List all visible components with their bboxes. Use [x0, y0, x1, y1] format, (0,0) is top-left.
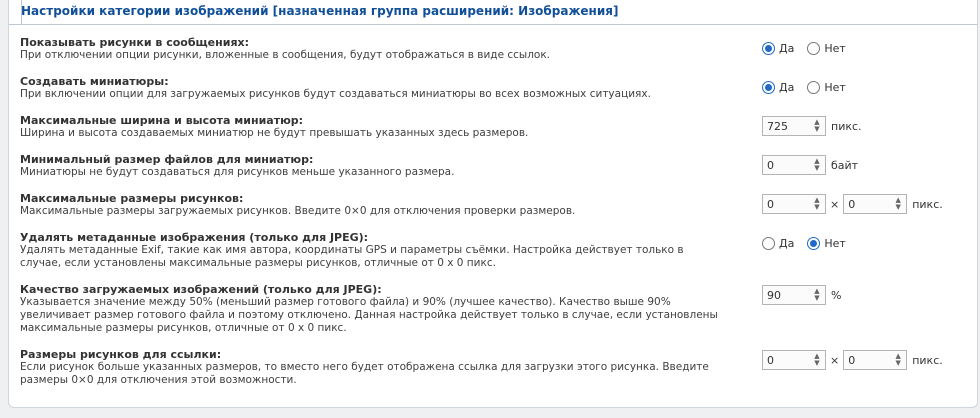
- spin-down-icon[interactable]: ▼: [814, 295, 819, 302]
- thumbnail-size-input[interactable]: 725 ▲ ▼: [762, 116, 826, 136]
- spin-down-icon[interactable]: ▼: [814, 165, 819, 172]
- setting-title: Размеры рисунков для ссылки:: [20, 348, 222, 361]
- setting-control: Да Нет: [762, 231, 854, 255]
- setting-title: Создавать миниатюры:: [20, 75, 169, 88]
- spinner-arrows[interactable]: ▲ ▼: [810, 157, 824, 173]
- input-value[interactable]: 725: [763, 120, 788, 133]
- radio-yes-label[interactable]: Да: [779, 237, 794, 250]
- setting-title: Показывать рисунки в сообщениях:: [20, 36, 250, 49]
- spin-down-icon[interactable]: ▼: [814, 204, 819, 211]
- setting-control: Да Нет: [762, 36, 854, 60]
- input-value[interactable]: 90: [763, 289, 781, 302]
- setting-description: Максимальные размеры загружаемых рисунко…: [20, 205, 576, 217]
- radio-no-button[interactable]: [807, 236, 821, 250]
- panel-legend: Настройки категории изображений [назначе…: [21, 4, 619, 18]
- setting-control: 0 ▲ ▼ байт: [762, 153, 858, 177]
- setting-control: 0 ▲ ▼ × 0 ▲ ▼ пикс.: [762, 348, 943, 372]
- radio-yes[interactable]: Да: [762, 236, 802, 250]
- setting-description: Указывается значение между 50% (меньший …: [20, 296, 718, 334]
- setting-control: Да Нет: [762, 75, 854, 99]
- spin-down-icon[interactable]: ▼: [814, 126, 819, 133]
- input-value[interactable]: 0: [844, 198, 855, 211]
- max-width-input[interactable]: 0 ▲ ▼: [762, 194, 826, 214]
- min-filesize-input[interactable]: 0 ▲ ▼: [762, 155, 826, 175]
- radio-yes[interactable]: Да: [762, 41, 802, 55]
- setting-title: Качество загружаемых изображений (только…: [20, 283, 382, 296]
- times-separator: ×: [830, 197, 840, 211]
- setting-control: 90 ▲ ▼ %: [762, 283, 841, 307]
- setting-description: При отключении опции рисунки, вложенные …: [20, 49, 551, 61]
- settings-panel: Настройки категории изображений [назначе…: [8, 0, 978, 408]
- setting-description: Удалять метаданные Exif, такие как имя а…: [20, 244, 684, 269]
- radio-yes-button[interactable]: [762, 41, 775, 55]
- radio-yes-button[interactable]: [762, 80, 775, 94]
- spinner-arrows[interactable]: ▲ ▼: [810, 287, 824, 303]
- radio-yes-label[interactable]: Да: [779, 81, 794, 94]
- radio-no-label[interactable]: Нет: [824, 42, 845, 55]
- spin-down-icon[interactable]: ▼: [896, 204, 901, 211]
- unit-label: %: [831, 288, 842, 302]
- spinner-arrows[interactable]: ▲ ▼: [810, 118, 824, 134]
- setting-description: Если рисунок больше указанных размеров, …: [20, 361, 709, 386]
- max-height-input[interactable]: 0 ▲ ▼: [843, 194, 908, 214]
- radio-yes-label[interactable]: Да: [779, 42, 794, 55]
- link-height-input[interactable]: 0 ▲ ▼: [843, 350, 908, 370]
- spinner-arrows[interactable]: ▲ ▼: [810, 352, 824, 368]
- radio-no-button[interactable]: [807, 41, 821, 55]
- radio-no[interactable]: Нет: [807, 80, 853, 94]
- radio-no-label[interactable]: Нет: [824, 237, 845, 250]
- setting-title: Удалять метаданные изображения (только д…: [20, 231, 369, 244]
- input-value[interactable]: 0: [763, 198, 774, 211]
- spinner-arrows[interactable]: ▲ ▼: [891, 196, 905, 212]
- unit-label: пикс.: [831, 119, 862, 133]
- jpeg-quality-input[interactable]: 90 ▲ ▼: [762, 285, 826, 305]
- link-width-input[interactable]: 0 ▲ ▼: [762, 350, 826, 370]
- setting-title: Максимальные ширина и высота миниатюр:: [20, 114, 304, 127]
- legend-divider: [21, 24, 977, 25]
- unit-label: пикс.: [912, 197, 943, 211]
- spin-down-icon[interactable]: ▼: [896, 360, 901, 367]
- input-value[interactable]: 0: [763, 354, 774, 367]
- setting-control: 725 ▲ ▼ пикс.: [762, 114, 862, 138]
- spinner-arrows[interactable]: ▲ ▼: [891, 352, 905, 368]
- setting-title: Максимальные размеры рисунков:: [20, 192, 244, 205]
- setting-description: Ширина и высота создаваемых миниатюр не …: [20, 127, 529, 139]
- radio-no[interactable]: Нет: [807, 236, 853, 250]
- spinner-arrows[interactable]: ▲ ▼: [810, 196, 824, 212]
- unit-label: пикс.: [912, 353, 943, 367]
- unit-label: байт: [831, 158, 859, 172]
- times-separator: ×: [830, 353, 840, 367]
- setting-title: Минимальный размер файлов для миниатюр:: [20, 153, 314, 166]
- setting-description: Миниатюры не будут создаваться для рисун…: [20, 166, 455, 178]
- setting-control: 0 ▲ ▼ × 0 ▲ ▼ пикс.: [762, 192, 943, 216]
- radio-yes[interactable]: Да: [762, 80, 802, 94]
- radio-no[interactable]: Нет: [807, 41, 853, 55]
- input-value[interactable]: 0: [844, 354, 855, 367]
- input-value[interactable]: 0: [763, 159, 774, 172]
- radio-no-button[interactable]: [807, 80, 821, 94]
- radio-yes-button[interactable]: [762, 236, 775, 250]
- radio-no-label[interactable]: Нет: [824, 81, 845, 94]
- setting-description: При включении опции для загружаемых рису…: [20, 88, 651, 100]
- spin-down-icon[interactable]: ▼: [814, 360, 819, 367]
